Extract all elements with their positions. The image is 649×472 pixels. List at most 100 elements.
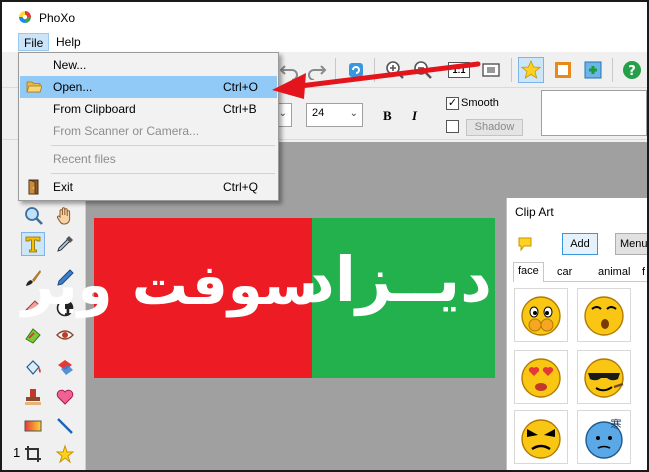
rotate-icon xyxy=(349,63,363,77)
bold-button[interactable]: B xyxy=(383,108,392,124)
clip-art-item[interactable] xyxy=(577,350,631,404)
tab-more[interactable]: f xyxy=(638,264,647,282)
clip-art-item[interactable] xyxy=(514,288,568,342)
shadow-checkbox[interactable] xyxy=(446,120,459,133)
toolbar-separator xyxy=(374,58,375,82)
layer-icon xyxy=(584,61,602,79)
menu-item-from-clipboard-label: From Clipboard xyxy=(53,102,136,116)
undo-icon xyxy=(279,65,298,80)
menu-item-open[interactable]: Open... Ctrl+O xyxy=(20,76,277,98)
stamp-icon xyxy=(25,389,41,405)
menu-item-exit-shortcut: Ctrl+Q xyxy=(223,180,259,194)
gradient-tool[interactable] xyxy=(21,414,45,438)
clip-art-item[interactable] xyxy=(514,410,568,464)
fill-tool[interactable] xyxy=(21,356,45,380)
frame-button[interactable] xyxy=(550,57,576,83)
clip-art-item[interactable]: 寒 xyxy=(577,410,631,464)
heart-icon xyxy=(56,389,74,405)
text-input[interactable] xyxy=(541,90,647,136)
menu-bar: File Help xyxy=(2,30,647,52)
heart-brush-tool[interactable] xyxy=(53,385,77,409)
clone-tool[interactable] xyxy=(53,356,77,380)
shapes-icon xyxy=(58,360,73,375)
tab-face[interactable]: face xyxy=(513,262,544,282)
help-icon: ? xyxy=(623,61,641,79)
zoom-out-button[interactable] xyxy=(410,57,436,83)
folder-open-icon xyxy=(26,81,42,93)
svg-text:?: ? xyxy=(628,64,636,79)
frame-icon xyxy=(555,62,571,78)
font-size-value: 24 xyxy=(312,107,325,119)
red-eye-tool[interactable] xyxy=(53,323,77,347)
clip-art-item[interactable] xyxy=(514,350,568,404)
toolbar-separator xyxy=(612,58,613,82)
shadow-button[interactable]: Shadow xyxy=(466,119,523,136)
star-shape-tool[interactable] xyxy=(53,442,77,466)
tab-car[interactable]: car xyxy=(553,264,576,282)
menu-item-from-scanner: From Scanner or Camera... xyxy=(20,120,277,142)
image-banner[interactable]: سوفت وير ديــزاد xyxy=(21,218,495,378)
fit-window-button[interactable] xyxy=(478,57,504,83)
file-menu-dropdown: New... Open... Ctrl+O From Clipboard Ctr… xyxy=(18,52,279,201)
sharpen-icon xyxy=(25,328,41,344)
smooth-label: Smooth xyxy=(461,97,499,109)
undo-button[interactable] xyxy=(276,57,302,83)
star-shape-icon xyxy=(55,444,75,464)
actual-size-button[interactable]: 1:1 xyxy=(446,57,472,83)
help-button[interactable]: ? xyxy=(619,57,645,83)
clip-art-menu-button[interactable]: Menu xyxy=(615,233,647,255)
zoom-in-button[interactable] xyxy=(382,57,408,83)
layer-button[interactable] xyxy=(580,57,606,83)
app-window: PhoXo File Help 1:1 ? ⌄ 24 ⌄ B I ✓ Smoot… xyxy=(0,0,649,472)
gradient-icon xyxy=(24,420,42,432)
phoxo-logo-icon xyxy=(19,11,31,23)
menu-separator xyxy=(51,145,275,146)
clip-art-item[interactable] xyxy=(577,288,631,342)
menu-item-new[interactable]: New... xyxy=(20,54,277,76)
title-bar: PhoXo xyxy=(2,2,647,30)
cool-face-icon xyxy=(584,358,624,398)
menu-item-open-label: Open... xyxy=(53,80,93,94)
sharpen-tool[interactable] xyxy=(21,323,45,347)
menu-item-from-clipboard[interactable]: From Clipboard Ctrl+B xyxy=(20,98,277,120)
menu-help[interactable]: Help xyxy=(51,33,86,51)
clip-art-title: Clip Art xyxy=(515,205,554,219)
love-face-icon xyxy=(521,358,561,398)
banner-green-text: ديــزاد xyxy=(302,243,492,316)
font-size-select[interactable]: 24 ⌄ xyxy=(306,103,363,127)
menu-item-from-clipboard-shortcut: Ctrl+B xyxy=(223,102,257,116)
line-tool[interactable] xyxy=(53,414,77,438)
exit-door-icon xyxy=(28,179,39,195)
hand-icon xyxy=(56,207,71,225)
smooth-checkbox[interactable]: ✓ xyxy=(446,97,459,110)
magnifier-icon xyxy=(25,207,43,225)
redo-button[interactable] xyxy=(304,57,330,83)
crop-tool[interactable] xyxy=(21,442,45,466)
surprised-face-icon xyxy=(584,296,624,336)
clip-art-tabs: face car animal f xyxy=(513,262,647,282)
clip-art-add-button[interactable]: Add xyxy=(562,233,598,255)
rotate-button[interactable] xyxy=(343,57,369,83)
menu-item-from-scanner-label: From Scanner or Camera... xyxy=(53,124,200,138)
menu-item-new-label: New... xyxy=(53,58,87,72)
menu-item-recent-files-label: Recent files xyxy=(53,152,116,166)
stamp-tool[interactable] xyxy=(21,385,45,409)
pan-tool[interactable] xyxy=(53,204,77,228)
menu-file[interactable]: File xyxy=(18,33,50,51)
angry-face-icon xyxy=(521,419,561,459)
tab-animal[interactable]: animal xyxy=(594,264,634,282)
zoom-tool[interactable] xyxy=(22,204,46,228)
chevron-down-icon: ⌄ xyxy=(349,108,358,119)
italic-button[interactable]: I xyxy=(412,108,417,124)
favorites-button[interactable] xyxy=(518,57,544,83)
banner-red-text: سوفت وير xyxy=(21,253,318,318)
redo-icon xyxy=(308,65,327,80)
eye-icon xyxy=(56,330,74,340)
paint-bucket-icon xyxy=(26,360,41,375)
menu-item-exit-label: Exit xyxy=(53,180,74,194)
window-title: PhoXo xyxy=(39,11,76,25)
chevron-down-icon: ⌄ xyxy=(278,108,287,119)
toolbar-separator xyxy=(335,58,336,82)
menu-item-exit[interactable]: Exit Ctrl+Q xyxy=(20,176,277,198)
menu-separator xyxy=(51,173,275,174)
